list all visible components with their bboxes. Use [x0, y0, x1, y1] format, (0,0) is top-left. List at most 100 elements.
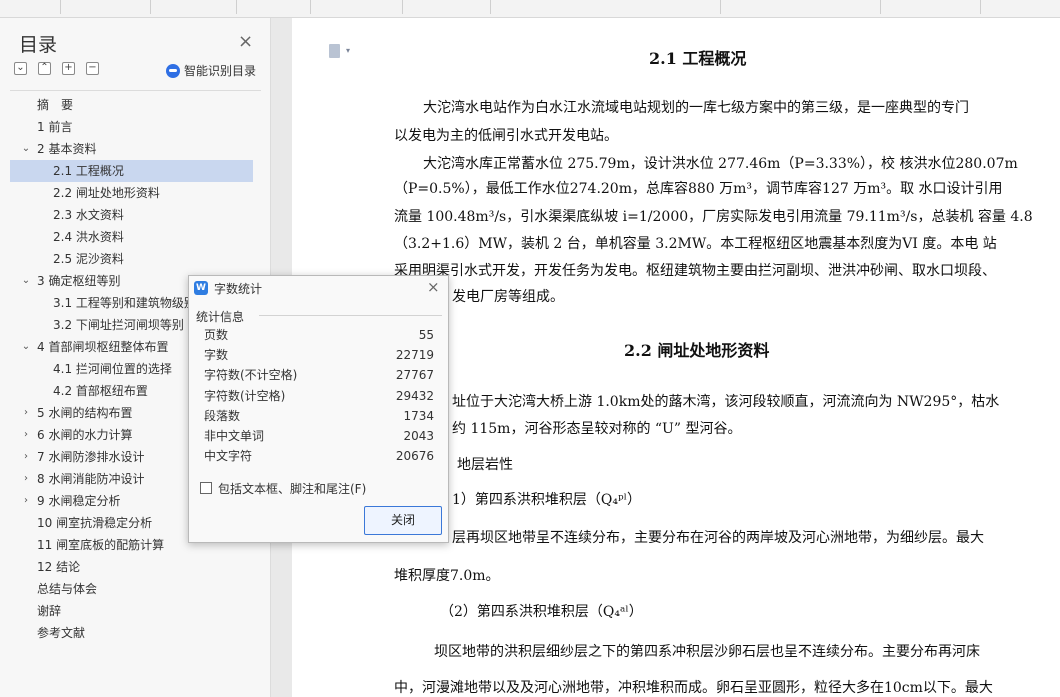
toc-item[interactable]: 参考文献	[10, 622, 261, 644]
toc-item-label: 1 前言	[37, 120, 73, 134]
nav-title: 目录	[19, 34, 58, 56]
collapse-all-icon[interactable]: ⌃	[38, 62, 51, 75]
stat-label: 非中文单词	[204, 429, 265, 443]
chevron-right-icon[interactable]: ›	[20, 468, 32, 490]
stat-value: 55	[418, 328, 434, 342]
word-count-dialog: W 字数统计 × 统计信息 页数 55 字数 22719 字符数(不计空格) 27767 字…	[188, 275, 449, 543]
stat-row: 字符数(不计空格) 27767	[204, 365, 434, 385]
stat-value: 2043	[403, 429, 434, 443]
toc-item[interactable]: 2.2 闸址处地形资料	[10, 182, 261, 204]
toc-item[interactable]: 谢辞	[10, 600, 261, 622]
smart-toc-icon	[166, 63, 180, 78]
toc-item[interactable]: 2.4 洪水资料	[10, 226, 261, 248]
toc-item[interactable]: 2.3 水文资料	[10, 204, 261, 226]
toc-item-label: 6 水闸的水力计算	[37, 428, 133, 442]
divider	[259, 315, 442, 316]
doc-line: 址位于大沱湾大桥上游 1.0km处的蕗木湾，该河段较顺直，河流流向为 NW295…	[452, 394, 1000, 410]
smart-toc-button[interactable]: 智能识别目录	[166, 62, 256, 79]
heading-2-1: 2.1 工程概况	[649, 49, 747, 68]
doc-line: 层再坝区地带呈不连续分布，主要分布在河谷的两岸坡及河心洲地带，为细纱层。最大	[452, 530, 984, 546]
smart-toc-label: 智能识别目录	[184, 64, 257, 78]
toolbar-separator	[402, 0, 403, 14]
toc-item-label: 2.5 泥沙资料	[53, 252, 124, 266]
chevron-right-icon[interactable]: ›	[20, 402, 32, 424]
toc-item-label: 12 结论	[37, 560, 81, 574]
close-button[interactable]: 关闭	[364, 506, 442, 535]
document-icon[interactable]	[329, 44, 340, 58]
toc-item-label: 4.2 首部枢纽布置	[53, 384, 148, 398]
chevron-down-icon[interactable]: ⌄	[20, 270, 32, 292]
include-textbox-checkbox[interactable]	[200, 482, 212, 494]
toc-item-label: 2.2 闸址处地形资料	[53, 186, 160, 200]
checkbox-label[interactable]: 包括文本框、脚注和尾注(F)	[218, 480, 366, 497]
toc-item-label: 参考文献	[37, 626, 86, 640]
toc-item-label: 5 水闸的结构布置	[37, 406, 133, 420]
toc-item-label: 11 闸室底板的配筋计算	[37, 538, 165, 552]
doc-line: （P=0.5%），最低工作水位274.20m，总库容880 万m³，调节库容12…	[394, 181, 1003, 197]
toc-item-label: 总结与体会	[37, 582, 98, 596]
stat-row: 非中文单词 2043	[204, 426, 434, 446]
divider	[10, 90, 261, 91]
doc-line: 发电厂房等组成。	[452, 289, 564, 305]
toc-item-label: 摘 要	[37, 98, 74, 112]
doc-line: 以发电为主的低闸引水式开发电站。	[394, 128, 618, 144]
toolbar-separator	[310, 0, 311, 14]
stat-value: 29432	[395, 388, 434, 403]
toolbar-separator	[980, 0, 981, 14]
add-heading-icon[interactable]: +	[62, 62, 75, 75]
stat-label: 字数	[204, 348, 229, 363]
top-toolbar	[0, 0, 1060, 18]
toolbar-separator	[720, 0, 721, 14]
toc-item-label: 7 水闸防渗排水设计	[37, 450, 145, 464]
doc-line: （2）第四系洪积堆积层（Q₄ᵃˡ）	[440, 604, 643, 620]
toolbar-separator	[150, 0, 151, 14]
doc-line: 流量 100.48m³/s，引水渠渠底纵坡 i=1/2000，厂房实际发电引用流…	[394, 209, 1033, 225]
stat-row: 中文字符 20676	[204, 446, 434, 466]
dialog-titlebar[interactable]: W 字数统计 ×	[189, 276, 448, 300]
stat-label: 字符数(不计空格)	[204, 368, 298, 383]
stat-label: 段落数	[204, 408, 241, 423]
chevron-right-icon[interactable]: ›	[20, 490, 32, 512]
chevron-right-icon[interactable]: ›	[20, 446, 32, 468]
toc-item[interactable]: 总结与体会	[10, 578, 261, 600]
toc-item-label: 3.1 工程等别和建筑物级别	[53, 296, 196, 310]
close-icon[interactable]: ×	[238, 31, 253, 52]
toolbar-separator	[236, 0, 237, 14]
toc-item[interactable]: ⌄ 2 基本资料	[10, 138, 261, 160]
doc-line: 大沱湾水电站作为白水江水流域电站规划的一库七级方案中的第三级，是一座典型的专门	[423, 100, 969, 116]
stat-value: 20676	[395, 449, 434, 464]
doc-line: 1）第四系洪积堆积层（Q₄ᵖˡ）	[452, 492, 641, 508]
stats-section-label: 统计信息	[196, 310, 245, 324]
chevron-right-icon[interactable]: ›	[20, 424, 32, 446]
chevron-down-icon[interactable]: ⌄	[20, 138, 32, 160]
toc-item-label: 2.1 工程概况	[53, 164, 124, 178]
doc-line: 地层岩性	[457, 457, 513, 473]
toc-item-label: 3.2 下闸址拦河闸坝等别	[53, 318, 184, 332]
toc-item-label: 4 首部闸坝枢纽整体布置	[37, 340, 169, 354]
toc-item-label: 4.1 拦河闸位置的选择	[53, 362, 172, 376]
doc-line: 堆积厚度7.0m。	[394, 568, 500, 584]
stat-row: 字符数(计空格) 29432	[204, 386, 434, 406]
toc-item[interactable]: 2.1 工程概况	[10, 160, 253, 182]
expand-all-icon[interactable]: ⌄	[14, 62, 27, 75]
chevron-down-icon[interactable]: ⌄	[20, 336, 32, 358]
doc-line: （3.2+1.6）MW，装机 2 台，单机容量 3.2MW。本工程枢纽区地震基本…	[394, 236, 997, 252]
stat-row: 页数 55	[204, 325, 434, 345]
stat-label: 页数	[204, 328, 229, 342]
doc-line: 坝区地带的洪积层细纱层之下的第四系冲积层沙卵石层也呈不连续分布。主要分布再河床	[434, 644, 980, 660]
toc-item[interactable]: 摘 要	[10, 94, 261, 116]
toc-item-label: 10 闸室抗滑稳定分析	[37, 516, 153, 530]
stat-row: 字数 22719	[204, 345, 434, 365]
stat-value: 22719	[395, 348, 434, 363]
toc-item-label: 2.3 水文资料	[53, 208, 124, 222]
toc-item[interactable]: 12 结论	[10, 556, 261, 578]
doc-line: 约 115m，河谷形态呈较对称的 “U” 型河谷。	[452, 421, 742, 437]
toc-item[interactable]: 2.5 泥沙资料	[10, 248, 261, 270]
toc-item[interactable]: 1 前言	[10, 116, 261, 138]
stat-label: 中文字符	[204, 449, 253, 464]
remove-heading-icon[interactable]: −	[86, 62, 99, 75]
toc-item-label: 9 水闸稳定分析	[37, 494, 121, 508]
heading-2-2: 2.2 闸址处地形资料	[624, 341, 770, 360]
chevron-down-icon[interactable]: ▾	[346, 46, 350, 55]
close-icon[interactable]: ×	[427, 278, 440, 296]
